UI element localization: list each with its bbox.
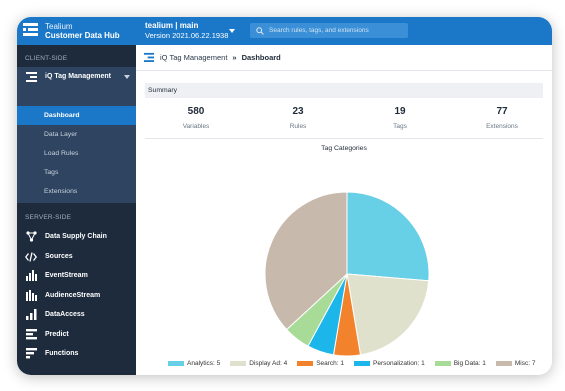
sidebar-item-label: Functions — [45, 350, 79, 357]
account-selector[interactable]: tealium | main Version 2021.06.22.1938 — [145, 21, 228, 41]
code-icon — [25, 251, 37, 263]
sidebar-item-iq-tag-management[interactable]: iQ Tag Management — [17, 67, 136, 86]
account-profile: tealium | main — [145, 21, 199, 30]
legend-item-display-ad[interactable]: Display Ad: 4 — [230, 360, 287, 367]
sidebar-item-label: Dashboard — [44, 112, 80, 119]
tag-categories-pie-chart — [264, 191, 430, 357]
sidebar-item-audiencestream[interactable]: AudienceStream — [17, 286, 136, 305]
search-icon — [256, 26, 264, 35]
eventstream-icon — [25, 270, 37, 282]
sidebar-item-dataaccess[interactable]: DataAccess — [17, 305, 136, 324]
top-bar: Tealium Customer Data Hub tealium | main… — [17, 17, 552, 45]
sidebar-item-label: iQ Tag Management — [45, 73, 111, 80]
bar-chart-icon — [25, 309, 37, 321]
pie-slice-analytics[interactable] — [346, 191, 430, 282]
sidebar-item-sources[interactable]: Sources — [17, 247, 136, 266]
app-window: Tealium Customer Data Hub tealium | main… — [17, 17, 552, 375]
version-label: Version 2021.06.22.1938 — [145, 31, 229, 40]
sidebar-item-extensions[interactable]: Extensions — [17, 182, 136, 201]
legend-label: Search: 1 — [316, 360, 345, 367]
sidebar-item-load-rules[interactable]: Load Rules — [17, 144, 136, 163]
sidebar-item-label: EventStream — [45, 272, 88, 279]
sidebar-item-label: Predict — [45, 331, 69, 338]
legend-label: Misc: 7 — [514, 360, 536, 367]
legend-item-personalization[interactable]: Personalization: 1 — [354, 360, 425, 367]
sidebar-item-dashboard[interactable]: Dashboard — [17, 106, 136, 125]
legend-label: Analytics: 5 — [187, 360, 221, 367]
sidebar-item-functions[interactable]: Functions — [17, 344, 136, 363]
sidebar-item-label: Tags — [44, 169, 59, 176]
legend-label: Big Data: 1 — [453, 360, 486, 367]
search-placeholder: Search rules, tags, and extensions — [269, 27, 369, 34]
functions-icon — [25, 348, 37, 360]
sidebar-item-predict[interactable]: Predict — [17, 325, 136, 344]
legend-swatch — [168, 361, 184, 366]
sidebar-item-data-layer[interactable]: Data Layer — [17, 125, 136, 144]
legend-item-search[interactable]: Search: 1 — [297, 360, 344, 367]
sidebar: CLIENT-SIDE iQ Tag Management Dashboard … — [17, 45, 136, 375]
legend-swatch — [495, 361, 512, 366]
legend-swatch — [297, 361, 314, 366]
legend-item-misc[interactable]: Misc: 7 — [495, 360, 536, 367]
legend-label: Personalization: 1 — [373, 360, 425, 367]
data-supply-chain-icon — [25, 231, 37, 243]
legend-label: Display Ad: 4 — [249, 360, 288, 367]
search-input[interactable]: Search rules, tags, and extensions — [250, 23, 408, 38]
sidebar-item-label: Data Layer — [44, 131, 78, 138]
sidebar-item-label: Sources — [45, 253, 73, 260]
chevron-down-icon — [124, 75, 130, 79]
legend-swatch — [354, 361, 371, 366]
audiencestream-icon — [25, 290, 37, 302]
tealium-logo-icon — [22, 21, 39, 40]
product-name: Customer Data Hub — [45, 30, 120, 40]
chart-legend: Analytics: 5 Display Ad: 4 Search: 1 Person… — [168, 360, 545, 367]
sidebar-item-label: Data Supply Chain — [45, 233, 107, 240]
chevron-down-icon[interactable] — [229, 29, 235, 33]
sidebar-item-label: DataAccess — [45, 311, 85, 318]
client-side-heading: CLIENT-SIDE — [25, 55, 68, 62]
brand[interactable]: Tealium Customer Data Hub — [22, 21, 120, 40]
predict-icon — [25, 329, 37, 341]
sidebar-item-label: Extensions — [44, 188, 78, 195]
sidebar-item-label: AudienceStream — [45, 292, 101, 299]
sidebar-item-label: Load Rules — [44, 150, 79, 157]
sidebar-item-data-supply-chain[interactable]: Data Supply Chain — [17, 227, 136, 246]
pie-slice-display-ad[interactable] — [346, 273, 430, 356]
legend-swatch — [230, 361, 247, 366]
brand-name: Tealium — [45, 21, 73, 31]
main-content: iQ Tag Management » Dashboard Summary 58… — [136, 45, 552, 375]
legend-swatch — [434, 361, 451, 366]
legend-item-big-data[interactable]: Big Data: 1 — [434, 360, 486, 367]
server-side-heading: SERVER-SIDE — [25, 214, 72, 221]
sidebar-item-tags[interactable]: Tags — [17, 163, 136, 182]
legend-item-analytics[interactable]: Analytics: 5 — [168, 360, 220, 367]
sidebar-item-eventstream[interactable]: EventStream — [17, 266, 136, 285]
iq-tag-management-icon — [25, 71, 37, 83]
